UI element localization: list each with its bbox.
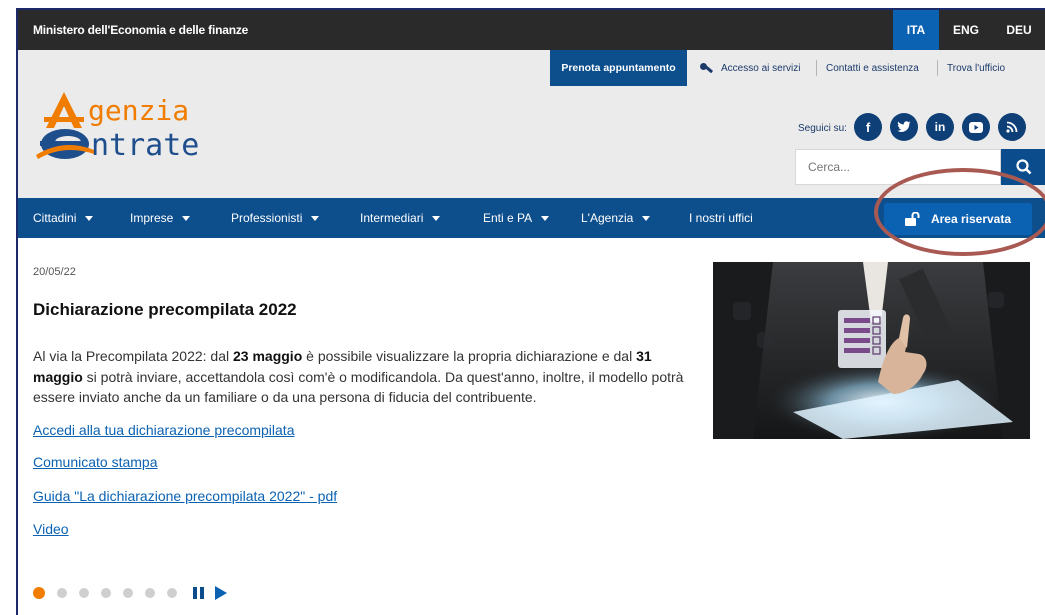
tablet-hand-illustration bbox=[713, 262, 1030, 439]
seguici-label: Seguici su: bbox=[798, 123, 847, 134]
ministry-link[interactable]: Ministero dell'Economia e delle finanze bbox=[33, 23, 248, 37]
accesso-servizi-label: Accesso ai servizi bbox=[721, 62, 801, 74]
play-icon[interactable] bbox=[215, 586, 227, 600]
lang-eng[interactable]: ENG bbox=[943, 10, 989, 50]
area-riservata-label: Area riservata bbox=[930, 212, 1012, 226]
nav-item-label: Professionisti bbox=[231, 211, 303, 225]
carousel-dot[interactable] bbox=[167, 588, 177, 598]
search-input[interactable] bbox=[795, 149, 1001, 185]
carousel-dot[interactable] bbox=[145, 588, 155, 598]
nav-item-nostri-uffici[interactable]: I nostri uffici bbox=[689, 198, 753, 238]
prenota-appuntamento-button[interactable]: Prenota appuntamento bbox=[550, 50, 687, 86]
chevron-down-icon bbox=[311, 215, 320, 221]
nav-item-label: L'Agenzia bbox=[581, 211, 634, 225]
logo-word-entrate: ntrate bbox=[91, 128, 200, 163]
agenzia-entrate-logo[interactable]: genzia ntrate bbox=[34, 88, 264, 168]
nav-item-label: Imprese bbox=[130, 211, 174, 225]
pause-icon[interactable] bbox=[193, 587, 207, 599]
header-divider bbox=[937, 60, 938, 76]
chevron-down-icon bbox=[182, 215, 191, 221]
carousel-dot[interactable] bbox=[79, 588, 89, 598]
search-icon bbox=[1016, 159, 1032, 175]
area-riservata-button[interactable]: Area riservata bbox=[884, 203, 1032, 235]
chevron-down-icon bbox=[541, 215, 550, 221]
nav-item-label: I nostri uffici bbox=[689, 211, 753, 225]
link-accedi-precompilata[interactable]: Accedi alla tua dichiarazione precompila… bbox=[33, 422, 294, 438]
nav-item-imprese[interactable]: Imprese bbox=[130, 198, 191, 238]
chevron-down-icon bbox=[85, 215, 94, 221]
twitter-icon[interactable] bbox=[890, 113, 918, 141]
unlock-icon bbox=[904, 212, 920, 226]
link-guida-pdf[interactable]: Guida "La dichiarazione precompilata 202… bbox=[33, 488, 337, 504]
carousel-dot[interactable] bbox=[33, 587, 45, 599]
news-image[interactable] bbox=[713, 262, 1030, 439]
nav-item-intermediari[interactable]: Intermediari bbox=[360, 198, 441, 238]
trova-ufficio-link[interactable]: Trova l'ufficio bbox=[947, 50, 1005, 86]
site-header: Prenota appuntamento Accesso ai servizi … bbox=[18, 50, 1045, 198]
news-date-bold: 23 maggio bbox=[233, 348, 303, 364]
linkedin-icon[interactable]: in bbox=[926, 113, 954, 141]
nav-item-agenzia[interactable]: L'Agenzia bbox=[581, 198, 651, 238]
nav-item-enti-pa[interactable]: Enti e PA bbox=[483, 198, 550, 238]
logo-word-agenzia: genzia bbox=[88, 94, 190, 127]
contatti-assistenza-link[interactable]: Contatti e assistenza bbox=[826, 50, 919, 86]
link-video[interactable]: Video bbox=[33, 521, 69, 537]
lang-deu[interactable]: DEU bbox=[996, 10, 1042, 50]
browser-page: Ministero dell'Economia e delle finanze … bbox=[16, 8, 1045, 615]
carousel-dot[interactable] bbox=[123, 588, 133, 598]
header-divider bbox=[816, 60, 817, 76]
accesso-servizi-link[interactable]: Accesso ai servizi bbox=[700, 50, 800, 86]
news-title: Dichiarazione precompilata 2022 bbox=[33, 300, 297, 319]
news-date: 20/05/22 bbox=[33, 266, 76, 278]
search-button[interactable] bbox=[1001, 149, 1045, 185]
rss-icon[interactable] bbox=[998, 113, 1026, 141]
link-comunicato-stampa[interactable]: Comunicato stampa bbox=[33, 454, 158, 470]
nav-item-label: Enti e PA bbox=[483, 211, 533, 225]
chevron-down-icon bbox=[432, 215, 441, 221]
carousel-controls bbox=[33, 586, 227, 600]
facebook-icon[interactable]: f bbox=[854, 113, 882, 141]
nav-item-professionisti[interactable]: Professionisti bbox=[231, 198, 320, 238]
carousel-dot[interactable] bbox=[57, 588, 67, 598]
nav-item-label: Intermediari bbox=[360, 211, 424, 225]
lang-ita[interactable]: ITA bbox=[893, 10, 939, 50]
youtube-icon[interactable] bbox=[962, 113, 990, 141]
nav-item-cittadini[interactable]: Cittadini bbox=[33, 198, 94, 238]
carousel-dot[interactable] bbox=[101, 588, 111, 598]
top-bar: Ministero dell'Economia e delle finanze … bbox=[18, 10, 1045, 50]
key-icon bbox=[700, 63, 714, 73]
chevron-down-icon bbox=[642, 215, 651, 221]
news-paragraph: Al via la Precompilata 2022: dal 23 magg… bbox=[33, 348, 684, 405]
nav-item-label: Cittadini bbox=[33, 211, 77, 225]
